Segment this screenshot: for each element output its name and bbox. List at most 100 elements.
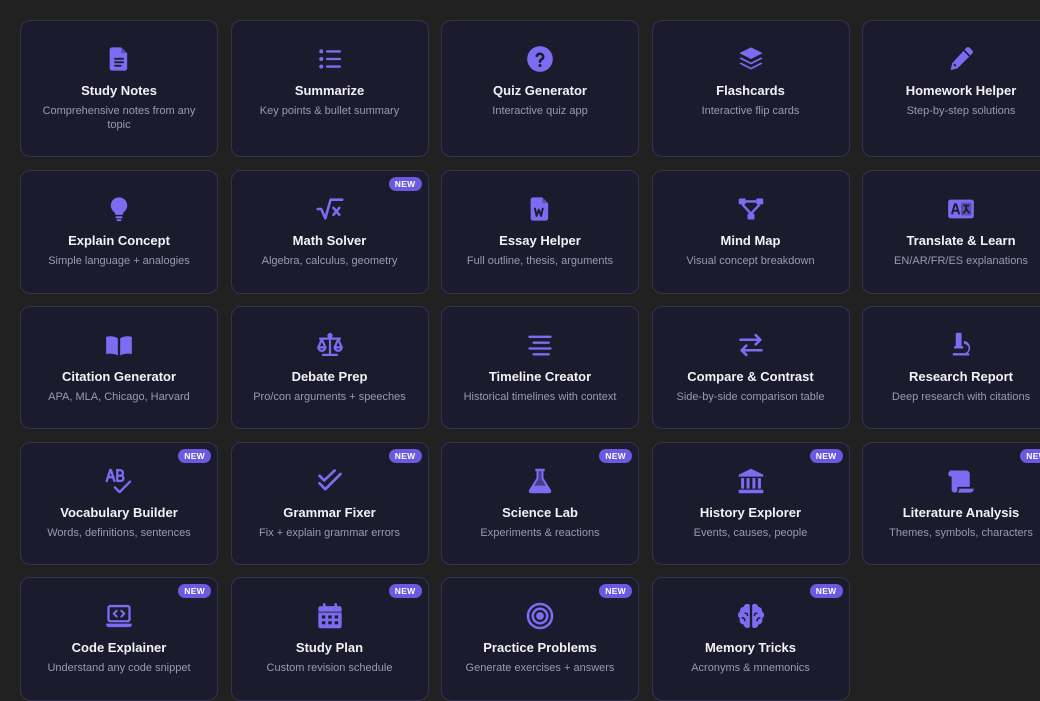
tool-title: Memory Tricks	[704, 640, 797, 655]
layers-icon	[736, 44, 766, 74]
tool-description: Acronyms & mnemonics	[691, 662, 810, 674]
new-badge: NEW	[599, 584, 632, 598]
tool-card-math-solver[interactable]: NEW Math Solver Algebra, calculus, geometr…	[230, 169, 429, 294]
tool-title: Literature Analysis	[902, 504, 1020, 520]
tool-title: Math Solver	[292, 232, 367, 248]
new-badge: NEW	[599, 448, 632, 463]
new-badge: NEW	[388, 584, 422, 598]
tool-description: Understand any code snippet	[47, 662, 191, 674]
tool-title: Flashcards	[716, 83, 785, 98]
tool-title: Translate & Learn	[906, 232, 1016, 248]
tool-card-summarize[interactable]: Summarize Key points & bullet summary	[230, 20, 429, 157]
diagram-icon	[736, 194, 766, 224]
tool-description: Step-by-step solutions	[906, 105, 1016, 117]
flask-icon	[525, 466, 555, 496]
tool-card-compare-and-contrast[interactable]: Compare & Contrast Side-by-side compariso…	[651, 306, 850, 429]
tool-title: Debate Prep	[291, 369, 368, 384]
tool-card-grammar-fixer[interactable]: NEW Grammar Fixer Fix + explain grammar er…	[230, 441, 429, 565]
tool-title: Study Plan	[295, 640, 364, 655]
tool-description: EN/AR/FR/ES explanations	[894, 254, 1028, 267]
square-root-icon	[315, 194, 345, 224]
tool-description: Interactive quiz app	[492, 105, 588, 117]
tool-card-memory-tricks[interactable]: NEW Memory Tricks Acronyms & mnemonics	[651, 577, 850, 701]
tool-title: Citation Generator	[61, 369, 177, 384]
lightbulb-icon	[104, 194, 134, 224]
tool-title: History Explorer	[699, 504, 802, 520]
tool-card-practice-problems[interactable]: NEW Practice Problems Generate exercises +…	[441, 577, 639, 701]
tool-card-study-notes[interactable]: Study Notes Comprehensive notes from any …	[20, 20, 218, 157]
tool-card-mind-map[interactable]: Mind Map Visual concept breakdown	[651, 169, 850, 294]
tool-description: Interactive flip cards	[701, 105, 800, 117]
tool-description: Deep research with citations	[891, 391, 1031, 403]
tool-card-translate-and-learn[interactable]: Translate & Learn EN/AR/FR/ES explanation…	[862, 169, 1040, 294]
new-badge: NEW	[388, 176, 422, 191]
tool-title: Vocabulary Builder	[60, 504, 178, 520]
spell-check-icon	[104, 466, 134, 496]
tool-title: Timeline Creator	[488, 369, 592, 384]
tool-card-timeline-creator[interactable]: Timeline Creator Historical timelines wit…	[441, 306, 639, 429]
tool-description: Words, definitions, sentences	[47, 526, 191, 539]
document-icon	[104, 44, 134, 74]
tool-description: Algebra, calculus, geometry	[261, 254, 398, 267]
new-badge: NEW	[809, 584, 843, 598]
tool-card-science-lab[interactable]: NEW Science Lab Experiments & reactions	[441, 441, 639, 565]
tool-description: Visual concept breakdown	[686, 254, 815, 267]
tool-description: Themes, symbols, characters	[889, 526, 1033, 539]
target-icon	[525, 601, 555, 631]
tool-title: Grammar Fixer	[283, 504, 376, 520]
tool-title: Mind Map	[720, 232, 781, 248]
tool-card-citation-generator[interactable]: Citation Generator APA, MLA, Chicago, Har…	[20, 306, 218, 429]
question-circle-icon	[525, 44, 555, 74]
tool-card-research-report[interactable]: Research Report Deep research with citati…	[862, 306, 1040, 429]
tool-title: Study Notes	[81, 83, 157, 98]
tool-title: Compare & Contrast	[687, 369, 814, 384]
landmark-icon	[736, 466, 766, 496]
tool-card-essay-helper[interactable]: Essay Helper Full outline, thesis, argume…	[441, 169, 639, 294]
tool-grid: Study Notes Comprehensive notes from any …	[20, 20, 1040, 701]
tool-title: Explain Concept	[68, 232, 170, 248]
scroll-icon	[946, 466, 976, 496]
tool-description: Simple language + analogies	[48, 254, 190, 267]
list-icon	[315, 44, 345, 74]
tool-description: Comprehensive notes from any topic	[42, 105, 196, 131]
tool-description: Fix + explain grammar errors	[259, 526, 400, 539]
tool-card-study-plan[interactable]: NEW Study Plan Custom revision schedule	[230, 577, 429, 701]
new-badge: NEW	[388, 448, 422, 463]
brain-icon	[736, 601, 766, 631]
tool-card-explain-concept[interactable]: Explain Concept Simple language + analogi…	[20, 169, 218, 294]
laptop-code-icon	[104, 601, 134, 631]
align-center-icon	[525, 330, 555, 360]
tool-description: Full outline, thesis, arguments	[466, 254, 614, 267]
tool-title: Homework Helper	[905, 83, 1017, 98]
tool-card-flashcards[interactable]: Flashcards Interactive flip cards	[651, 20, 850, 157]
pencil-icon	[946, 44, 976, 74]
tool-description: Key points & bullet summary	[259, 105, 400, 117]
new-badge: NEW	[809, 448, 843, 463]
tool-description: Experiments & reactions	[480, 526, 600, 539]
new-badge: NEW	[178, 584, 211, 598]
scale-icon	[315, 330, 345, 360]
tool-card-history-explorer[interactable]: NEW History Explorer Events, causes, peopl…	[651, 441, 850, 565]
tool-description: Custom revision schedule	[266, 662, 393, 674]
microscope-icon	[946, 330, 976, 360]
swap-arrows-icon	[736, 330, 766, 360]
open-book-icon	[104, 330, 134, 360]
calendar-icon	[315, 601, 345, 631]
tool-title: Research Report	[908, 369, 1014, 384]
tool-card-literature-analysis[interactable]: NEW Literature Analysis Themes, symbols, c…	[862, 441, 1040, 565]
tool-card-debate-prep[interactable]: Debate Prep Pro/con arguments + speeches	[230, 306, 429, 429]
tool-title: Summarize	[294, 83, 365, 98]
tool-card-vocabulary-builder[interactable]: NEW Vocabulary Builder Words, definitions,…	[20, 441, 218, 565]
tool-title: Essay Helper	[499, 232, 581, 248]
tool-description: Side-by-side comparison table	[676, 391, 825, 403]
tool-description: Historical timelines with context	[463, 391, 617, 403]
tool-card-homework-helper[interactable]: Homework Helper Step-by-step solutions	[862, 20, 1040, 157]
tool-card-quiz-generator[interactable]: Quiz Generator Interactive quiz app	[441, 20, 639, 157]
tool-title: Code Explainer	[71, 640, 167, 655]
tool-title: Practice Problems	[483, 640, 597, 655]
tool-card-code-explainer[interactable]: NEW Code Explainer Understand any code sni…	[20, 577, 218, 701]
new-badge: NEW	[1020, 448, 1040, 463]
tool-title: Science Lab	[502, 504, 578, 520]
tool-description: Pro/con arguments + speeches	[253, 391, 406, 403]
double-check-icon	[315, 466, 345, 496]
